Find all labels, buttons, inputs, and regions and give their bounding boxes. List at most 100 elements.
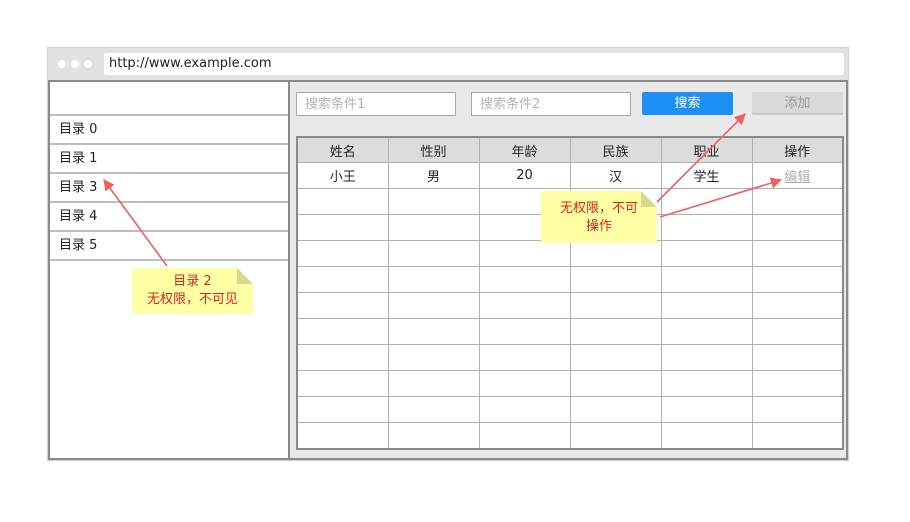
search-condition-2-input[interactable] [471,92,631,116]
sidebar-item-1[interactable]: 目录 1 [50,145,288,174]
table-header-row: 姓名 性别 年龄 民族 职业 操作 [296,136,844,163]
table-cell-empty [660,396,753,423]
column-header-actions: 操作 [751,136,844,163]
table-cell-empty [751,344,844,371]
annotation-note-line: 目录 2 [173,274,212,289]
column-header-name: 姓名 [296,136,389,163]
table-cell-empty [387,370,480,397]
table-cell-empty [751,318,844,345]
table-row-empty [296,396,844,423]
table-cell-empty [387,422,480,450]
browser-window: http://www.example.com 目录 0 目录 1 目录 3 目录… [47,47,849,461]
table-cell-empty [296,422,389,450]
table-cell-empty [296,240,389,267]
table-cell-empty [387,396,480,423]
table-row-empty [296,240,844,267]
table-cell-empty [660,292,753,319]
table-cell-empty [296,214,389,241]
table-cell-empty [296,188,389,215]
table-cell-empty [387,292,480,319]
table-row: 小王 男 20 汉 学生 编辑 [296,162,844,189]
table-cell-empty [660,344,753,371]
data-table: 姓名 性别 年龄 民族 职业 操作 小王 男 20 汉 学生 编辑 [296,136,844,450]
table-cell-empty [296,344,389,371]
edit-link-disabled: 编辑 [784,170,811,185]
table-cell-empty [751,266,844,293]
table-row-empty [296,344,844,371]
table-cell-empty [660,318,753,345]
search-button[interactable]: 搜索 [642,92,733,115]
table-cell-empty [387,188,480,215]
table-cell-empty [751,214,844,241]
cell-name: 小王 [296,162,389,189]
address-bar[interactable]: http://www.example.com [104,53,844,75]
table-cell-empty [569,266,662,293]
column-header-age: 年龄 [478,136,571,163]
table-cell-empty [478,396,571,423]
table-cell-empty [387,266,480,293]
note-fold-icon [237,268,253,284]
table-cell-empty [569,292,662,319]
browser-titlebar: http://www.example.com [48,48,848,80]
table-cell-empty [569,318,662,345]
window-dot-icon[interactable] [71,60,79,68]
table-cell-empty [478,266,571,293]
table-cell-empty [751,422,844,450]
add-button-disabled: 添加 [752,92,843,115]
note-fold-icon [641,191,657,207]
table-row-empty [296,292,844,319]
column-header-gender: 性别 [387,136,480,163]
table-cell-empty [387,240,480,267]
table-cell-empty [387,344,480,371]
table-cell-empty [660,188,753,215]
table-row-empty [296,266,844,293]
table-cell-empty [478,344,571,371]
table-row-empty [296,318,844,345]
table-cell-empty [478,370,571,397]
window-dot-icon[interactable] [58,60,66,68]
table-cell-empty [751,240,844,267]
annotation-note-line: 操作 [585,219,612,234]
table-cell-empty [478,422,571,450]
table-cell-empty [569,396,662,423]
table-cell-empty [660,370,753,397]
search-condition-1-input[interactable] [296,92,456,116]
cell-age: 20 [478,162,571,189]
table-cell-empty [296,266,389,293]
table-cell-empty [569,422,662,450]
cell-ethnicity: 汉 [569,162,662,189]
table-cell-empty [660,266,753,293]
table-cell-empty [296,292,389,319]
sidebar-item-0[interactable]: 目录 0 [50,116,288,145]
table-cell-empty [296,318,389,345]
table-cell-empty [387,214,480,241]
sidebar-item-4[interactable]: 目录 4 [50,203,288,232]
window-dot-icon[interactable] [84,60,92,68]
table-cell-empty [569,240,662,267]
cell-occupation: 学生 [660,162,753,189]
table-cell-empty [660,214,753,241]
table-row-empty [296,422,844,450]
sidebar-item-5[interactable]: 目录 5 [50,232,288,261]
table-cell-empty [660,240,753,267]
table-cell-empty [660,422,753,450]
table-cell-empty [478,292,571,319]
annotation-note-actions: 无权限，不可 操作 [541,191,657,243]
sidebar-item-3[interactable]: 目录 3 [50,174,288,203]
cell-actions: 编辑 [751,162,844,189]
table-cell-empty [296,370,389,397]
table-cell-empty [751,370,844,397]
table-cell-empty [569,370,662,397]
table-cell-empty [751,188,844,215]
table-cell-empty [751,396,844,423]
column-header-occupation: 职业 [660,136,753,163]
column-header-ethnicity: 民族 [569,136,662,163]
table-row-empty [296,370,844,397]
annotation-note-line: 无权限，不可见 [146,292,238,307]
table-cell-empty [478,240,571,267]
cell-gender: 男 [387,162,480,189]
table-cell-empty [478,318,571,345]
table-cell-empty [387,318,480,345]
annotation-note-line: 无权限，不可 [559,201,638,216]
main-panel: 搜索 添加 姓名 性别 年龄 民族 职业 操作 小王 男 [290,82,846,458]
